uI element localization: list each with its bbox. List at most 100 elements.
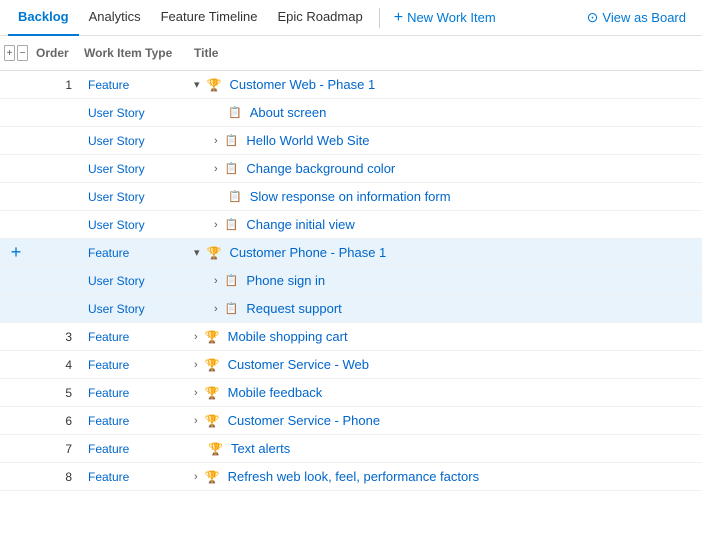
type-cell: User Story <box>80 131 190 151</box>
chevron-right-icon[interactable]: › <box>214 135 218 147</box>
new-work-item-button[interactable]: + New Work Item <box>386 3 504 33</box>
view-as-board-label: View as Board <box>602 10 686 25</box>
work-item-title[interactable]: Slow response on information form <box>250 189 451 204</box>
table-row: 1Feature▾🏆Customer Web - Phase 1 <box>0 71 702 99</box>
trophy-icon: 🏆 <box>208 442 223 456</box>
nav-separator <box>379 8 380 28</box>
user-story-icon: 📋 <box>228 106 242 119</box>
trophy-icon: 🏆 <box>205 414 220 428</box>
nav-epic-roadmap[interactable]: Epic Roadmap <box>267 0 372 36</box>
table-row: 5Feature›🏆Mobile feedback <box>0 379 702 407</box>
title-cell: › 🏆 Customer Service - Phone <box>190 410 702 431</box>
title-cell: ›📋Phone sign in <box>190 270 702 291</box>
row-action-cell <box>0 362 32 368</box>
table-row: 6Feature › 🏆 Customer Service - Phone <box>0 407 702 435</box>
type-cell: Feature <box>80 439 190 459</box>
title-cell: ›🏆Customer Service - Web <box>190 354 702 375</box>
work-item-title[interactable]: Customer Service - Phone <box>228 413 380 428</box>
table-row: +Feature▾🏆Customer Phone - Phase 1 <box>0 239 702 267</box>
work-item-title[interactable]: Mobile feedback <box>228 385 323 400</box>
title-cell: 📋Slow response on information form <box>190 186 702 207</box>
order-cell <box>32 194 80 200</box>
add-child-button[interactable]: + <box>5 242 28 263</box>
table-body: 1Feature▾🏆Customer Web - Phase 1User Sto… <box>0 71 702 491</box>
work-item-title[interactable]: Customer Phone - Phase 1 <box>229 245 386 260</box>
trophy-icon: 🏆 <box>205 386 220 400</box>
chevron-right-icon[interactable]: › <box>214 275 218 287</box>
work-item-title[interactable]: Customer Web - Phase 1 <box>229 77 375 92</box>
table-row: User Story📋Slow response on information … <box>0 183 702 211</box>
nav-right: ⊙ View as Board <box>579 3 694 32</box>
chevron-right-icon[interactable]: › <box>214 303 218 315</box>
type-cell: Feature <box>80 411 190 431</box>
row-action-cell <box>0 138 32 144</box>
nav-analytics[interactable]: Analytics <box>79 0 151 36</box>
chevron-right-icon[interactable]: › <box>194 359 198 371</box>
work-item-title[interactable]: Mobile shopping cart <box>228 329 348 344</box>
nav-bar: Backlog Analytics Feature Timeline Epic … <box>0 0 702 36</box>
row-action-cell <box>0 194 32 200</box>
chevron-right-icon[interactable]: › <box>194 415 198 427</box>
type-header: Work Item Type <box>80 43 190 63</box>
view-board-icon: ⊙ <box>587 9 599 26</box>
user-story-icon: 📋 <box>225 218 239 231</box>
type-cell: User Story <box>80 299 190 319</box>
trophy-icon: 🏆 <box>205 470 220 484</box>
backlog-table: + − Order Work Item Type Title 1Feature▾… <box>0 36 702 491</box>
work-item-title[interactable]: Customer Service - Web <box>228 357 369 372</box>
work-item-title[interactable]: About screen <box>250 105 327 120</box>
row-action-cell <box>0 390 32 396</box>
work-item-title[interactable]: Hello World Web Site <box>246 133 369 148</box>
type-cell: Feature <box>80 383 190 403</box>
chevron-right-icon[interactable]: › <box>194 471 198 483</box>
row-action-cell <box>0 306 32 312</box>
order-cell <box>32 166 80 172</box>
row-action-cell <box>0 166 32 172</box>
title-cell: ▾🏆Customer Phone - Phase 1 <box>190 242 702 263</box>
order-cell <box>32 222 80 228</box>
type-cell: Feature <box>80 75 190 95</box>
expand-all-button[interactable]: + <box>4 45 15 61</box>
work-item-title[interactable]: Refresh web look, feel, performance fact… <box>228 469 479 484</box>
chevron-right-icon[interactable]: › <box>214 163 218 175</box>
work-item-title[interactable]: Change background color <box>246 161 395 176</box>
chevron-right-icon[interactable]: › <box>194 387 198 399</box>
type-cell: Feature <box>80 355 190 375</box>
order-cell: 3 <box>32 327 80 347</box>
row-action-cell <box>0 110 32 116</box>
table-row: User Story›📋Phone sign in <box>0 267 702 295</box>
type-cell: Feature <box>80 467 190 487</box>
chevron-down-icon[interactable]: ▾ <box>194 78 200 91</box>
expand-collapse-controls: + − <box>0 42 32 64</box>
user-story-icon: 📋 <box>225 302 239 315</box>
chevron-down-icon[interactable]: ▾ <box>194 246 200 259</box>
work-item-title[interactable]: Change initial view <box>246 217 354 232</box>
table-row: 3Feature›🏆Mobile shopping cart <box>0 323 702 351</box>
order-cell: 8 <box>32 467 80 487</box>
title-cell: › 📋 Change initial view <box>190 214 702 235</box>
order-cell: 1 <box>32 75 80 95</box>
work-item-title[interactable]: Phone sign in <box>246 273 325 288</box>
collapse-all-button[interactable]: − <box>17 45 28 61</box>
order-cell: 4 <box>32 355 80 375</box>
order-cell: 6 <box>32 411 80 431</box>
type-cell: User Story <box>80 159 190 179</box>
row-action-cell <box>0 278 32 284</box>
work-item-title[interactable]: Request support <box>246 301 341 316</box>
order-cell <box>32 306 80 312</box>
type-cell: User Story <box>80 215 190 235</box>
chevron-right-icon[interactable]: › <box>214 219 218 231</box>
order-cell: 7 <box>32 439 80 459</box>
table-row: User Story›📋Change background color <box>0 155 702 183</box>
row-action-cell <box>0 334 32 340</box>
title-cell: › 📋 Request support <box>190 298 702 319</box>
nav-backlog[interactable]: Backlog <box>8 0 79 36</box>
nav-feature-timeline[interactable]: Feature Timeline <box>151 0 268 36</box>
view-as-board-button[interactable]: ⊙ View as Board <box>579 3 694 32</box>
table-row: 8Feature › 🏆 Refresh web look, feel, perfor… <box>0 463 702 491</box>
title-cell: › 🏆 Mobile feedback <box>190 382 702 403</box>
type-cell: Feature <box>80 327 190 347</box>
chevron-right-icon[interactable]: › <box>194 331 198 343</box>
table-row: User Story › 📋 Request support <box>0 295 702 323</box>
work-item-title[interactable]: Text alerts <box>231 441 290 456</box>
